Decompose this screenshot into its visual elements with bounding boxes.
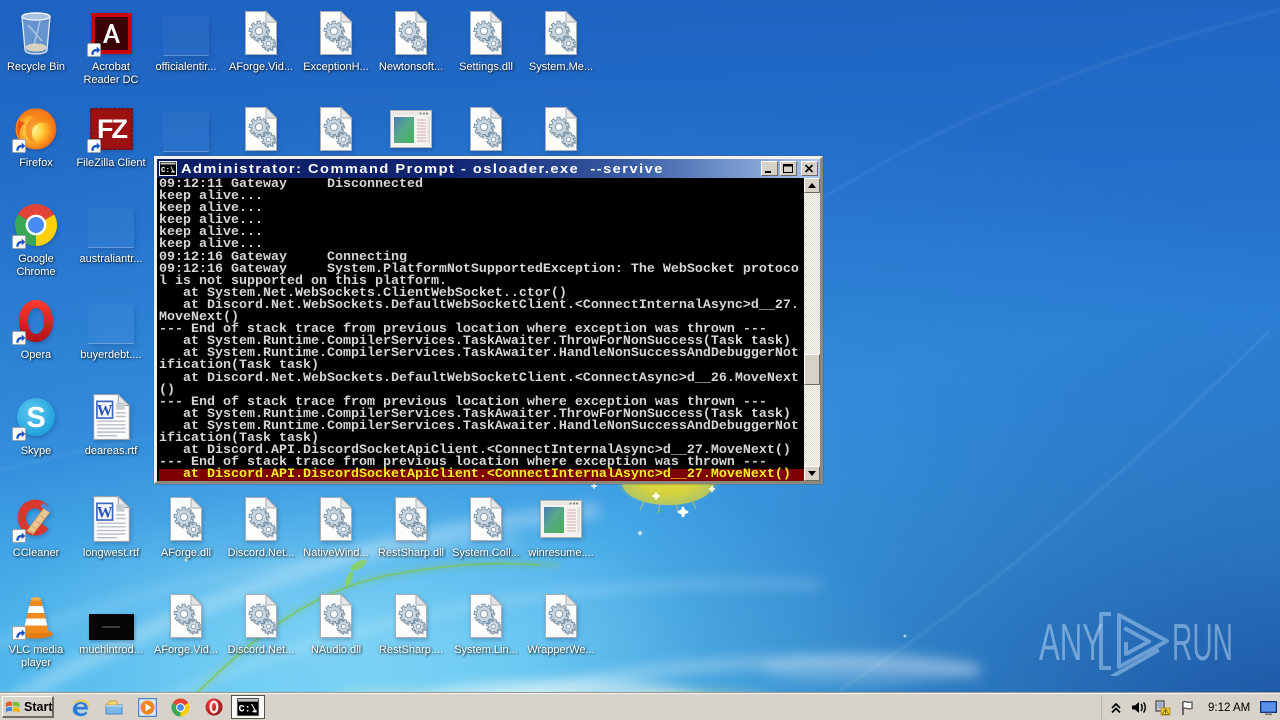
svg-text:FZ: FZ: [97, 114, 127, 144]
svg-text:ANY: ANY: [1039, 614, 1103, 672]
svg-text:RUN: RUN: [1172, 614, 1233, 672]
svg-text:!: !: [1164, 710, 1166, 716]
svg-text:S: S: [26, 402, 45, 434]
